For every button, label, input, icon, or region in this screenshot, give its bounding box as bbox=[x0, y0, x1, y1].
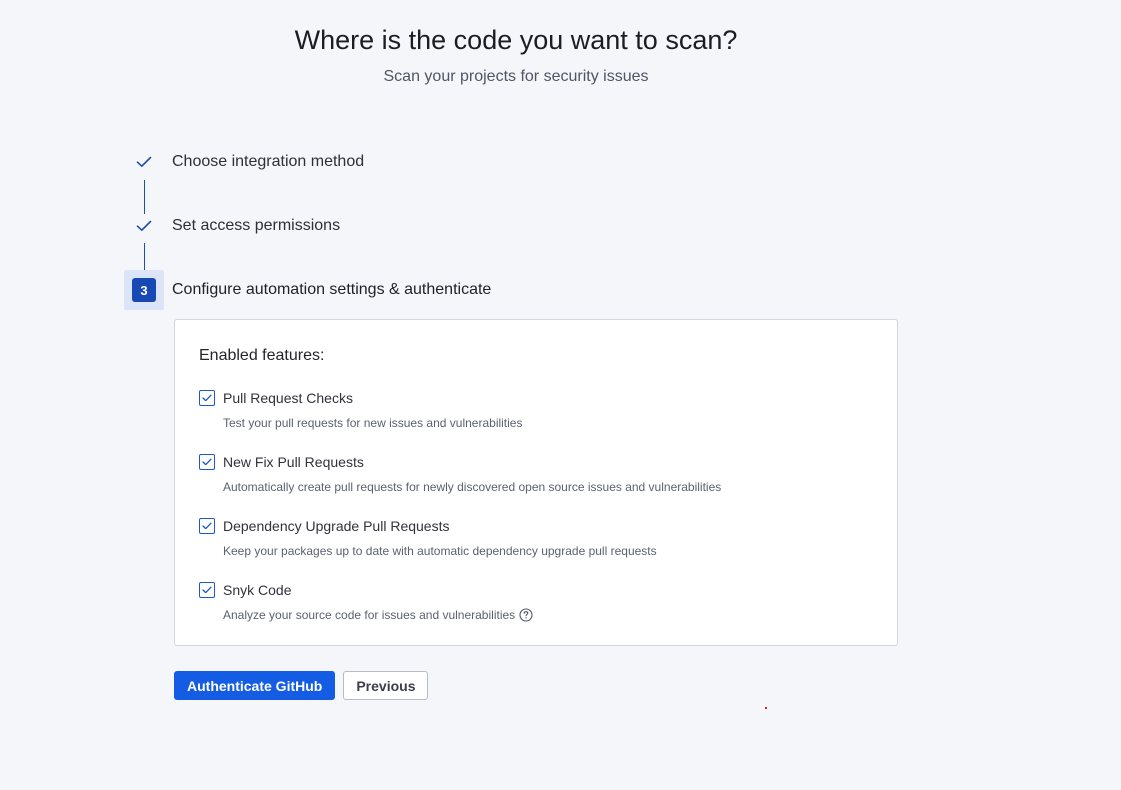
stray-dot bbox=[765, 707, 767, 709]
step-number-badge: 3 bbox=[132, 278, 156, 302]
page-header: Where is the code you want to scan? Scan… bbox=[0, 22, 1032, 87]
step-configure-automation: 3 Configure automation settings & authen… bbox=[124, 270, 491, 310]
page-title: Where is the code you want to scan? bbox=[294, 25, 738, 55]
step-label: Set access permissions bbox=[172, 217, 341, 234]
step-label: Configure automation settings & authenti… bbox=[172, 281, 492, 298]
page-subtitle: Scan your projects for security issues bbox=[383, 68, 649, 85]
check-icon bbox=[202, 586, 212, 594]
step-number-highlight: 3 bbox=[124, 270, 164, 310]
feature-label: Snyk Code bbox=[223, 582, 292, 598]
new-fix-pull-requests-checkbox[interactable] bbox=[199, 454, 215, 470]
check-icon bbox=[202, 458, 212, 466]
check-icon bbox=[124, 142, 164, 182]
step-access-permissions: Set access permissions bbox=[124, 206, 340, 246]
feature-snyk-code: Snyk Code Analyze your source code for i… bbox=[199, 580, 533, 623]
previous-button[interactable]: Previous bbox=[343, 671, 429, 700]
check-icon bbox=[202, 522, 212, 530]
feature-description: Automatically create pull requests for n… bbox=[223, 480, 722, 494]
feature-label: New Fix Pull Requests bbox=[223, 454, 364, 470]
dependency-upgrade-checkbox[interactable] bbox=[199, 518, 215, 534]
feature-new-fix-pull-requests: New Fix Pull Requests Automatically crea… bbox=[199, 452, 721, 495]
features-card: Enabled features: Pull Request Checks Te… bbox=[174, 319, 898, 646]
feature-label: Pull Request Checks bbox=[223, 390, 353, 406]
feature-label: Dependency Upgrade Pull Requests bbox=[223, 518, 450, 534]
feature-dependency-upgrade-pull-requests: Dependency Upgrade Pull Requests Keep yo… bbox=[199, 516, 657, 559]
check-icon bbox=[124, 206, 164, 246]
feature-description: Keep your packages up to date with autom… bbox=[223, 544, 657, 558]
feature-pull-request-checks: Pull Request Checks Test your pull reque… bbox=[199, 388, 522, 431]
step-label: Choose integration method bbox=[172, 153, 365, 170]
pull-request-checks-checkbox[interactable] bbox=[199, 390, 215, 406]
feature-description-row: Analyze your source code for issues and … bbox=[223, 607, 533, 623]
check-icon bbox=[202, 394, 212, 402]
feature-description: Analyze your source code for issues and … bbox=[223, 608, 516, 622]
authenticate-github-button[interactable]: Authenticate GitHub bbox=[174, 671, 336, 700]
snyk-code-checkbox[interactable] bbox=[199, 582, 215, 598]
actions-bar: Authenticate GitHub Previous bbox=[174, 671, 429, 700]
step-choose-integration: Choose integration method bbox=[124, 142, 364, 182]
features-heading: Enabled features: bbox=[199, 347, 325, 364]
question-circle-icon[interactable] bbox=[519, 608, 533, 622]
feature-description: Test your pull requests for new issues a… bbox=[223, 416, 523, 430]
